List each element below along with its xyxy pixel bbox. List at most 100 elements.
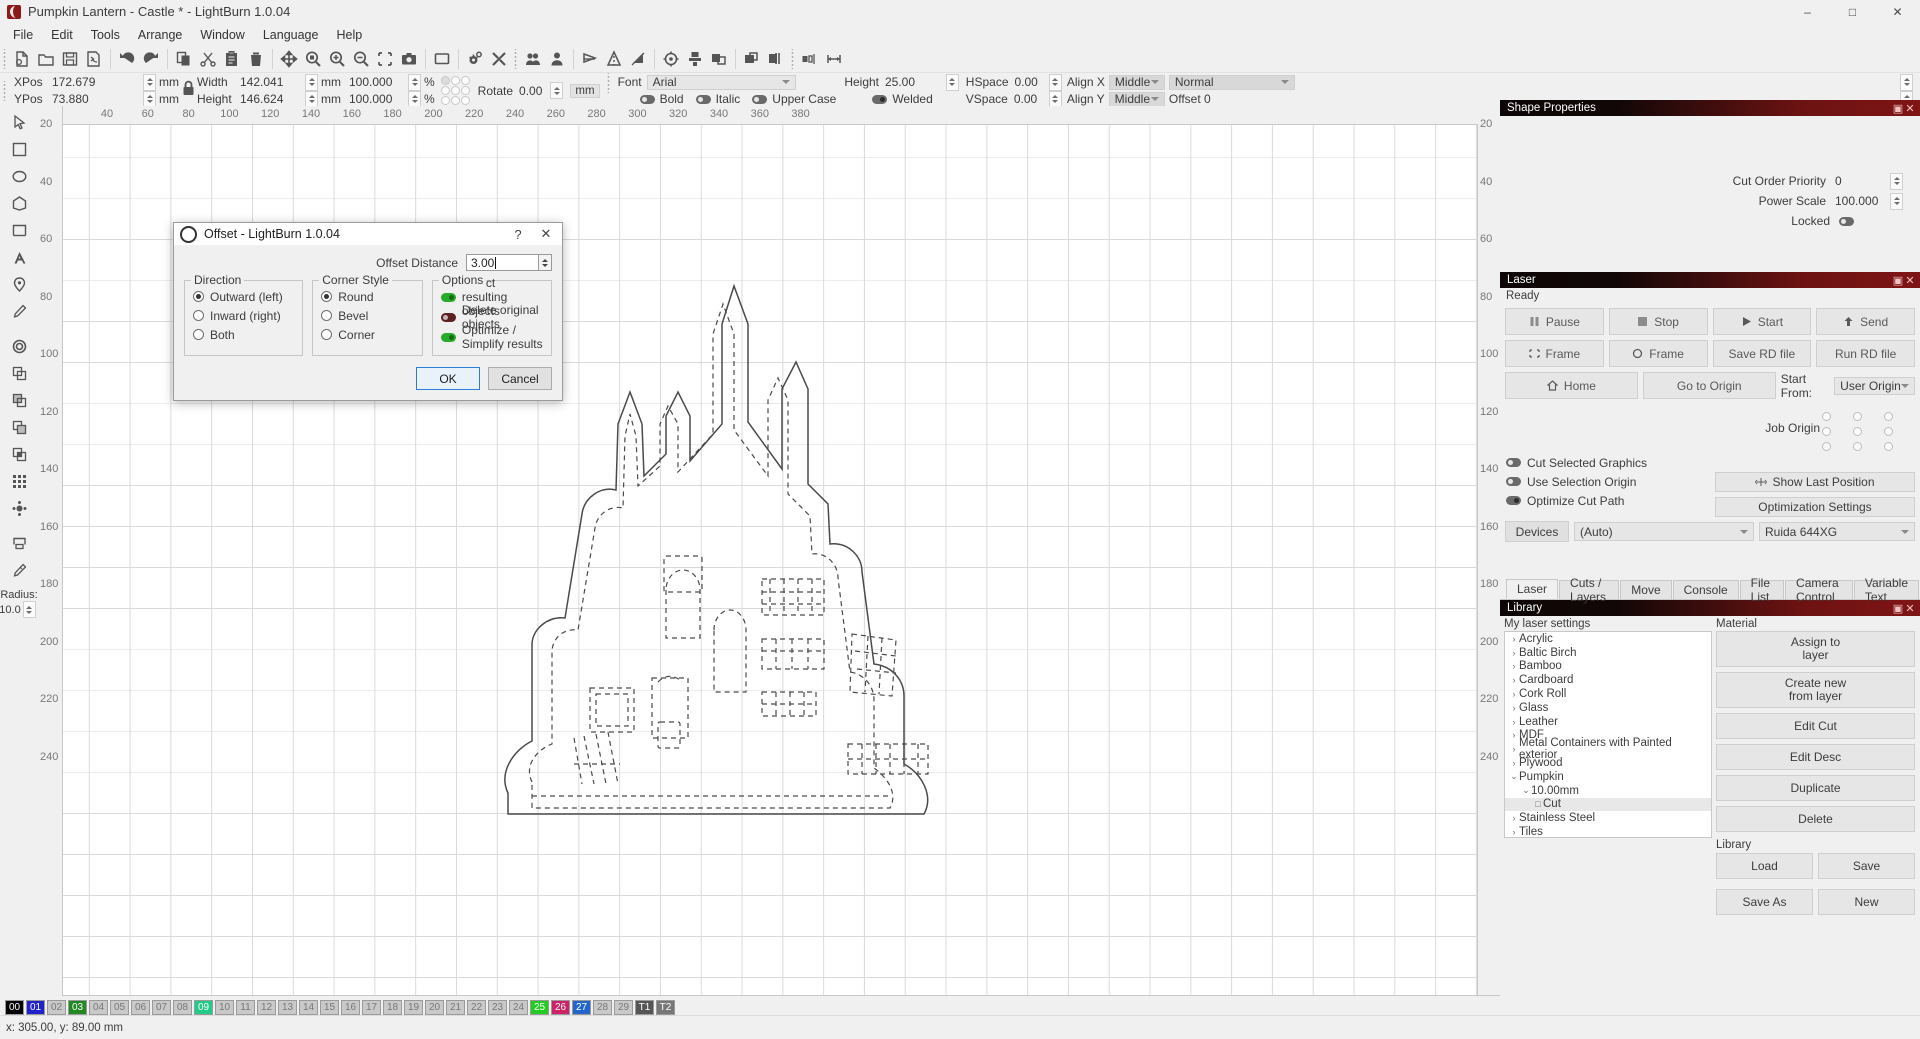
show-last-position-button[interactable]: Show Last Position — [1715, 472, 1915, 492]
text-tool[interactable] — [5, 245, 33, 270]
layer-swatch[interactable]: 27 — [572, 999, 591, 1015]
pen-draw-tool[interactable] — [5, 299, 33, 324]
library-tree[interactable]: › Acrylic › Baltic Birch › Bamboo › Cardboard › C… — [1504, 631, 1712, 838]
load-button[interactable]: Load — [1716, 853, 1813, 879]
zoom-selection-icon[interactable] — [373, 47, 397, 70]
close-button[interactable]: ✕ — [1875, 0, 1920, 23]
layer-swatch[interactable]: 12 — [257, 999, 276, 1015]
layer-swatch[interactable]: 09 — [194, 999, 213, 1015]
layer-swatch[interactable]: 19 — [404, 999, 423, 1015]
layer-swatch[interactable]: 10 — [215, 999, 234, 1015]
boolean-subtract-icon[interactable] — [740, 47, 764, 70]
use-selection-origin-row[interactable]: Use Selection Origin — [1500, 472, 1715, 491]
library-tree-item[interactable]: ⌄ Pumpkin — [1505, 770, 1711, 784]
library-tree-item[interactable]: › Leather — [1505, 715, 1711, 729]
tab-laser[interactable]: Laser — [1506, 579, 1559, 599]
text-shape-spinner[interactable] — [1900, 73, 1913, 91]
minimize-button[interactable]: – — [1785, 0, 1830, 23]
layer-swatch[interactable]: 01 — [26, 999, 45, 1015]
height-spinner[interactable] — [305, 90, 318, 108]
edit-cut-button[interactable]: Edit Cut — [1716, 713, 1915, 739]
radial-array-tool[interactable] — [5, 496, 33, 521]
library-tree-item[interactable]: › Stainless Steel — [1505, 811, 1711, 825]
create-new-from-layer-button[interactable]: Create new from layer — [1716, 672, 1915, 708]
shape-properties-close-icon[interactable]: ✕ — [1904, 102, 1916, 115]
menu-tools[interactable]: Tools — [82, 26, 129, 44]
rotate-unit[interactable]: mm — [570, 83, 600, 98]
undo-icon[interactable] — [115, 47, 139, 70]
edit-desc-button[interactable]: Edit Desc — [1716, 744, 1915, 770]
laser-panel-float-icon[interactable]: ▣ — [1892, 274, 1904, 287]
ruler-right[interactable]: 20 40 60 80 100 120 140 160 180 200 220 240 — [1477, 118, 1500, 1016]
ruler-top[interactable]: 40 60 80 100 120 140 160 180 200 220 240 260 280 300 3… — [62, 106, 1500, 125]
chevron-right-icon[interactable]: › — [1509, 675, 1519, 685]
duplicate-button[interactable]: Duplicate — [1716, 775, 1915, 801]
new-file-icon[interactable] — [10, 47, 34, 70]
offset-tool[interactable] — [5, 334, 33, 359]
node-edit-tool[interactable] — [5, 272, 33, 297]
dialog-close-button[interactable]: ✕ — [532, 223, 560, 245]
paste-icon[interactable] — [220, 47, 244, 70]
library-tree-item[interactable]: › Glass — [1505, 701, 1711, 715]
layer-swatch[interactable]: 02 — [47, 999, 66, 1015]
tab-cuts-layers[interactable]: Cuts / Layers — [1559, 576, 1620, 604]
lock-aspect-icon[interactable] — [179, 73, 197, 103]
chevron-right-icon[interactable]: › — [1509, 703, 1519, 713]
laser-panel-close-icon[interactable]: ✕ — [1904, 274, 1916, 287]
toolbar-grip-2[interactable] — [513, 48, 519, 69]
radius-value[interactable]: 10.0 — [0, 604, 21, 616]
cut-order-priority-value[interactable]: 0 — [1835, 174, 1887, 188]
layer-swatch[interactable]: 03 — [68, 999, 87, 1015]
library-tree-item[interactable]: › Tiles — [1505, 825, 1711, 837]
welded-toggle[interactable] — [872, 94, 888, 104]
copy-icon[interactable] — [172, 47, 196, 70]
width-percent[interactable]: 100.000 — [349, 75, 392, 89]
measure-tool[interactable] — [5, 558, 33, 583]
move-icon[interactable] — [277, 47, 301, 70]
layer-swatch[interactable]: 05 — [110, 999, 129, 1015]
power-scale-value[interactable]: 100.000 — [1835, 194, 1887, 208]
mirror-vertical-icon[interactable] — [602, 47, 626, 70]
save-rd-file-button[interactable]: Save RD file — [1712, 340, 1812, 367]
rotate-value[interactable]: 0.00 — [519, 84, 542, 98]
library-tree-item[interactable]: › Bamboo — [1505, 660, 1711, 674]
print-cut-tool[interactable] — [5, 531, 33, 556]
chevron-right-icon[interactable]: › — [1509, 634, 1519, 644]
boolean-exclude-tool[interactable] — [5, 442, 33, 467]
mirror-horizontal-icon[interactable] — [578, 47, 602, 70]
radio-outward-left[interactable]: Outward (left) — [193, 287, 294, 306]
height-value[interactable]: 146.624 — [240, 92, 283, 106]
uppercase-toggle[interactable] — [752, 94, 768, 104]
redo-icon[interactable] — [139, 47, 163, 70]
grid-array-tool[interactable] — [5, 469, 33, 494]
bold-toggle[interactable] — [639, 94, 655, 104]
xpos-spinner[interactable] — [143, 73, 156, 91]
boolean-union-icon[interactable] — [707, 47, 731, 70]
propbar-grip[interactable] — [2, 81, 8, 101]
zoom-out-icon[interactable] — [349, 47, 373, 70]
anchor-point-selector[interactable] — [440, 75, 471, 106]
layer-swatch[interactable]: 23 — [488, 999, 507, 1015]
bitmap-tool[interactable] — [5, 218, 33, 243]
stop-button[interactable]: Stop — [1608, 308, 1708, 335]
chevron-right-icon[interactable]: › — [1509, 813, 1519, 823]
library-float-icon[interactable]: ▣ — [1892, 602, 1904, 615]
frame-round-button[interactable]: Frame — [1608, 340, 1708, 367]
frame-preview-icon[interactable] — [430, 47, 454, 70]
cut-order-priority-spinner[interactable] — [1890, 172, 1903, 190]
zoom-to-fit-icon[interactable] — [301, 47, 325, 70]
group-icon[interactable] — [521, 47, 545, 70]
layer-swatch[interactable]: 04 — [89, 999, 108, 1015]
ellipse-tool[interactable] — [5, 164, 33, 189]
toolbar-grip[interactable] — [2, 48, 8, 69]
camera-icon[interactable] — [397, 47, 421, 70]
menu-arrange[interactable]: Arrange — [129, 26, 191, 44]
dialog-help-button[interactable]: ? — [504, 223, 532, 245]
chevron-right-icon[interactable]: › — [1509, 648, 1519, 658]
select-arrow-tool[interactable] — [5, 110, 33, 135]
text-shape-select[interactable]: Normal — [1168, 74, 1295, 90]
delete-icon[interactable] — [244, 47, 268, 70]
cut-icon[interactable] — [196, 47, 220, 70]
tab-file-list[interactable]: File List — [1739, 576, 1785, 604]
toolbar-grip-3[interactable] — [790, 48, 796, 69]
